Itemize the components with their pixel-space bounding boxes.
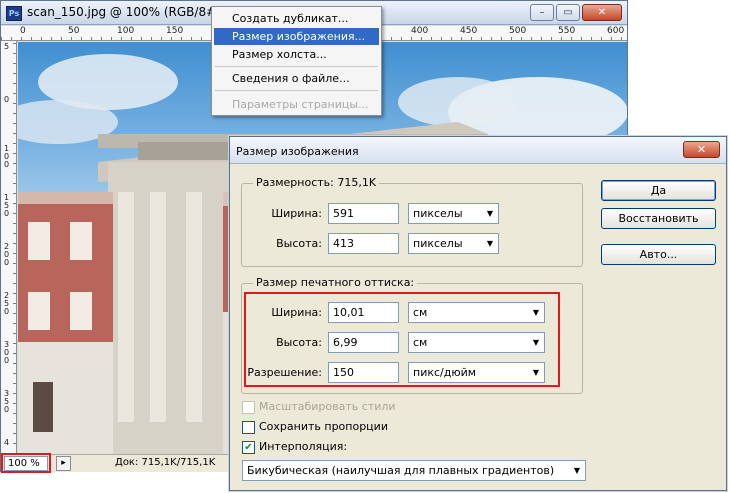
- dialog-titlebar[interactable]: Размер изображения ✕: [230, 137, 726, 164]
- ok-button[interactable]: Да: [601, 180, 716, 201]
- ruler-vertical[interactable]: 5 0 1 0 0 1 5 0 2 0 0 2 5 0 3 0 0 3 5 0 …: [1, 41, 17, 454]
- chevron-down-icon: ▼: [573, 466, 580, 475]
- menu-item-canvas-size[interactable]: Размер холста...: [214, 46, 379, 63]
- ruler-tick-label: 1 0 0: [4, 144, 10, 169]
- constrain-proportions-label[interactable]: Сохранить пропорции: [259, 420, 388, 433]
- ruler-tick-label: 2 5 0: [4, 291, 10, 316]
- ruler-tick-label: 600: [607, 26, 625, 36]
- ruler-tick-label: 400: [411, 26, 429, 36]
- pixel-height-unit-select[interactable]: пикселы ▼: [408, 233, 499, 254]
- ruler-tick-label: 150: [166, 26, 184, 36]
- constrain-proportions-checkbox[interactable]: [242, 421, 255, 434]
- ruler-tick-label: 450: [460, 26, 478, 36]
- scale-styles-checkbox: [242, 401, 255, 414]
- ruler-tick-label: 550: [558, 26, 576, 36]
- menu-item-file-info[interactable]: Сведения о файле...: [214, 70, 379, 87]
- resample-method-select[interactable]: Бикубическая (наилучшая для плавных град…: [242, 460, 586, 481]
- pixel-width-input[interactable]: 591: [328, 203, 399, 224]
- close-button[interactable]: ✕: [582, 4, 622, 21]
- dialog-title: Размер изображения: [236, 145, 359, 158]
- reset-button[interactable]: Восстановить: [601, 208, 716, 229]
- menu-item-page-setup: Параметры страницы...: [232, 98, 369, 111]
- ruler-tick-label: 5: [4, 42, 10, 51]
- zoom-highlight-frame: [1, 453, 51, 473]
- resample-method-value: Бикубическая (наилучшая для плавных град…: [247, 464, 555, 477]
- ruler-tick-label: 2 0 0: [4, 242, 10, 267]
- ruler-tick-label: 3 0 0: [4, 340, 10, 365]
- ruler-tick-label: 500: [509, 26, 527, 36]
- resample-checkbox[interactable]: ✔: [242, 441, 255, 454]
- pixel-width-unit-value: пикселы: [413, 207, 463, 220]
- document-size-info: Док: 715,1K/715,1K: [115, 457, 216, 468]
- auto-button[interactable]: Авто...: [601, 244, 716, 265]
- menu-item-duplicate[interactable]: Создать дубликат...: [214, 10, 379, 27]
- pixel-dimensions-size: 715,1K: [337, 176, 377, 189]
- triangle-right-icon: ▸: [61, 458, 66, 468]
- chevron-down-icon: ▼: [486, 209, 493, 218]
- ruler-tick-label: 4: [4, 438, 10, 447]
- pixel-dimensions-group: [241, 183, 583, 267]
- document-title: scan_150.jpg @ 100% (RGB/8#): [27, 5, 221, 19]
- print-size-heading: Размер печатного оттиска:: [253, 276, 418, 289]
- status-menu-button[interactable]: ▸: [56, 456, 71, 471]
- pixel-dimensions-label: Размерность:: [256, 176, 334, 189]
- ruler-tick-label: 1 5 0: [4, 193, 10, 218]
- pixel-height-input[interactable]: 413: [328, 233, 399, 254]
- minimize-button[interactable]: –: [530, 4, 554, 21]
- close-icon: ✕: [696, 143, 707, 156]
- menu-separator: [215, 66, 378, 67]
- photoshop-icon: Ps: [6, 6, 22, 21]
- ruler-tick-label: 0: [4, 95, 10, 104]
- scale-styles-label: Масштабировать стили: [259, 400, 396, 413]
- print-size-highlight-frame: [244, 292, 560, 387]
- ruler-tick-label: 3 5 0: [4, 389, 10, 414]
- image-size-dialog: Размер изображения ✕ Размерность: 715,1K…: [229, 136, 727, 491]
- resample-label[interactable]: Интерполяция:: [259, 440, 347, 453]
- menu-separator: [215, 90, 378, 91]
- maximize-button[interactable]: ▭: [556, 4, 580, 21]
- dialog-close-button[interactable]: ✕: [683, 141, 720, 158]
- checkmark-icon: ✔: [244, 442, 253, 453]
- ruler-tick-label: 50: [68, 26, 80, 36]
- pixel-dimensions-heading: Размерность: 715,1K: [253, 176, 380, 189]
- ruler-tick-label: 100: [117, 26, 135, 36]
- pixel-width-unit-select[interactable]: пикселы ▼: [408, 203, 499, 224]
- pixel-width-label: Ширина:: [271, 207, 322, 220]
- ruler-tick-label: 0: [20, 26, 26, 36]
- image-context-menu: Создать дубликат... Размер изображения..…: [211, 6, 382, 116]
- pixel-height-unit-value: пикселы: [413, 237, 463, 250]
- pixel-height-label: Высота:: [276, 237, 322, 250]
- chevron-down-icon: ▼: [486, 239, 493, 248]
- menu-item-image-size[interactable]: Размер изображения...: [214, 28, 379, 45]
